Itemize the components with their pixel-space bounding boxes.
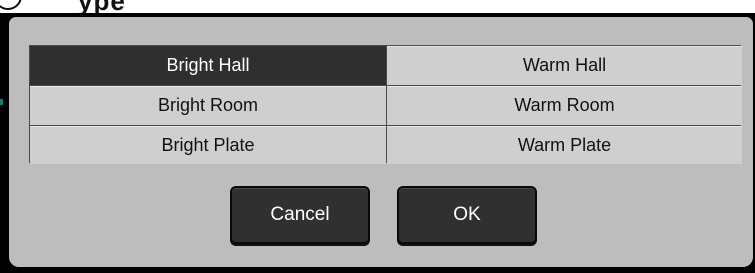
edge-indicator [0, 99, 3, 105]
preset-option-warm-room[interactable]: Warm Room [387, 86, 742, 125]
preset-option-bright-hall[interactable]: Bright Hall [30, 46, 386, 85]
preset-grid: Bright Hall Warm Hall Bright Room Warm R… [29, 45, 742, 164]
ok-button[interactable]: OK [397, 186, 537, 244]
preset-option-warm-plate[interactable]: Warm Plate [387, 126, 742, 164]
circle-icon [0, 0, 22, 10]
preset-option-warm-hall[interactable]: Warm Hall [387, 46, 742, 85]
header-title-fragment: ype [78, 0, 126, 13]
cancel-button[interactable]: Cancel [230, 186, 370, 244]
header-strip: ype [0, 0, 755, 13]
preset-type-dialog: Bright Hall Warm Hall Bright Room Warm R… [0, 13, 755, 273]
preset-option-bright-room[interactable]: Bright Room [30, 86, 386, 125]
preset-option-bright-plate[interactable]: Bright Plate [30, 126, 386, 164]
